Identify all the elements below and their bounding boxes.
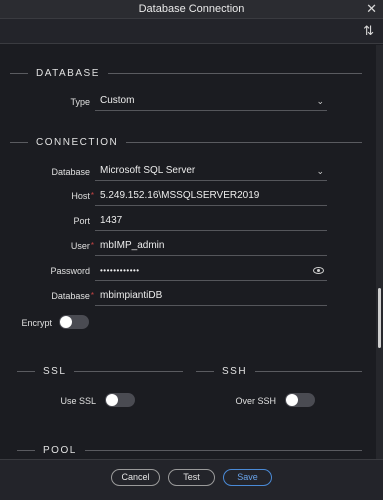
user-value: mbIMP_admin xyxy=(100,240,165,251)
chevron-down-icon: ⌄ xyxy=(316,96,324,106)
password-input[interactable]: •••••••••••• xyxy=(95,263,327,281)
type-select[interactable]: Custom ⌄ xyxy=(95,93,327,111)
password-value: •••••••••••• xyxy=(100,266,140,275)
over-ssh-label: Over SSH xyxy=(235,396,276,406)
database-name-input[interactable]: mbimpiantiDB xyxy=(95,288,327,306)
database-type-value: Microsoft SQL Server xyxy=(100,165,196,176)
divider xyxy=(10,142,28,143)
form-content: DATABASE Type Custom ⌄ CONNECTION Databa… xyxy=(0,45,376,459)
host-value: 5.249.152.16\MSSQLSERVER2019 xyxy=(100,190,260,201)
use-ssl-label: Use SSL xyxy=(60,396,96,406)
required-marker: * xyxy=(90,191,94,200)
chevron-down-icon: ⌄ xyxy=(316,166,324,176)
required-marker: * xyxy=(90,291,94,300)
host-label: Host* xyxy=(71,191,94,201)
database-name-value: mbimpiantiDB xyxy=(100,290,163,301)
footer: Cancel Test Save xyxy=(0,459,383,500)
divider xyxy=(17,371,35,372)
type-value: Custom xyxy=(100,95,135,106)
divider xyxy=(74,371,183,372)
database-name-label: Database* xyxy=(51,291,94,301)
type-label: Type xyxy=(70,97,90,107)
database-type-label: Database xyxy=(51,167,90,177)
encrypt-toggle[interactable] xyxy=(59,315,89,329)
divider xyxy=(17,450,35,451)
section-title: POOL xyxy=(43,445,77,456)
user-input[interactable]: mbIMP_admin xyxy=(95,238,327,256)
section-title: SSL xyxy=(43,366,67,377)
test-button[interactable]: Test xyxy=(168,469,215,486)
sort-icon[interactable]: ⇅ xyxy=(363,23,374,39)
port-label: Port xyxy=(73,216,90,226)
scrollbar-thumb[interactable] xyxy=(378,288,381,348)
divider xyxy=(196,371,214,372)
window-title: Database Connection xyxy=(138,3,245,15)
section-connection: CONNECTION xyxy=(10,137,362,148)
divider xyxy=(126,142,362,143)
divider xyxy=(107,73,362,74)
eye-icon[interactable] xyxy=(313,267,324,274)
section-title: CONNECTION xyxy=(36,137,119,148)
database-type-select[interactable]: Microsoft SQL Server ⌄ xyxy=(95,163,327,181)
section-title: DATABASE xyxy=(36,68,100,79)
use-ssl-toggle[interactable] xyxy=(105,393,135,407)
required-marker: * xyxy=(90,241,94,250)
section-pool: POOL xyxy=(17,445,362,456)
host-input[interactable]: 5.249.152.16\MSSQLSERVER2019 xyxy=(95,188,327,206)
divider xyxy=(84,450,362,451)
user-label: User* xyxy=(70,241,94,251)
toggle-knob xyxy=(106,394,118,406)
section-ssh: SSH xyxy=(196,366,362,377)
divider xyxy=(10,73,28,74)
port-value: 1437 xyxy=(100,215,123,226)
save-button[interactable]: Save xyxy=(223,469,272,486)
port-input[interactable]: 1437 xyxy=(95,213,327,231)
scrollbar[interactable] xyxy=(376,45,383,459)
over-ssh-toggle[interactable] xyxy=(285,393,315,407)
close-icon[interactable]: ✕ xyxy=(366,1,377,17)
cancel-button[interactable]: Cancel xyxy=(111,469,160,486)
section-ssl: SSL xyxy=(17,366,183,377)
password-label: Password xyxy=(50,266,90,276)
toggle-knob xyxy=(286,394,298,406)
section-database: DATABASE xyxy=(10,68,362,79)
toggle-knob xyxy=(60,316,72,328)
section-title: SSH xyxy=(222,366,248,377)
toolbar: ⇅ xyxy=(0,19,383,44)
divider xyxy=(255,371,362,372)
encrypt-label: Encrypt xyxy=(21,318,52,328)
title-bar: Database Connection ✕ xyxy=(0,0,383,19)
